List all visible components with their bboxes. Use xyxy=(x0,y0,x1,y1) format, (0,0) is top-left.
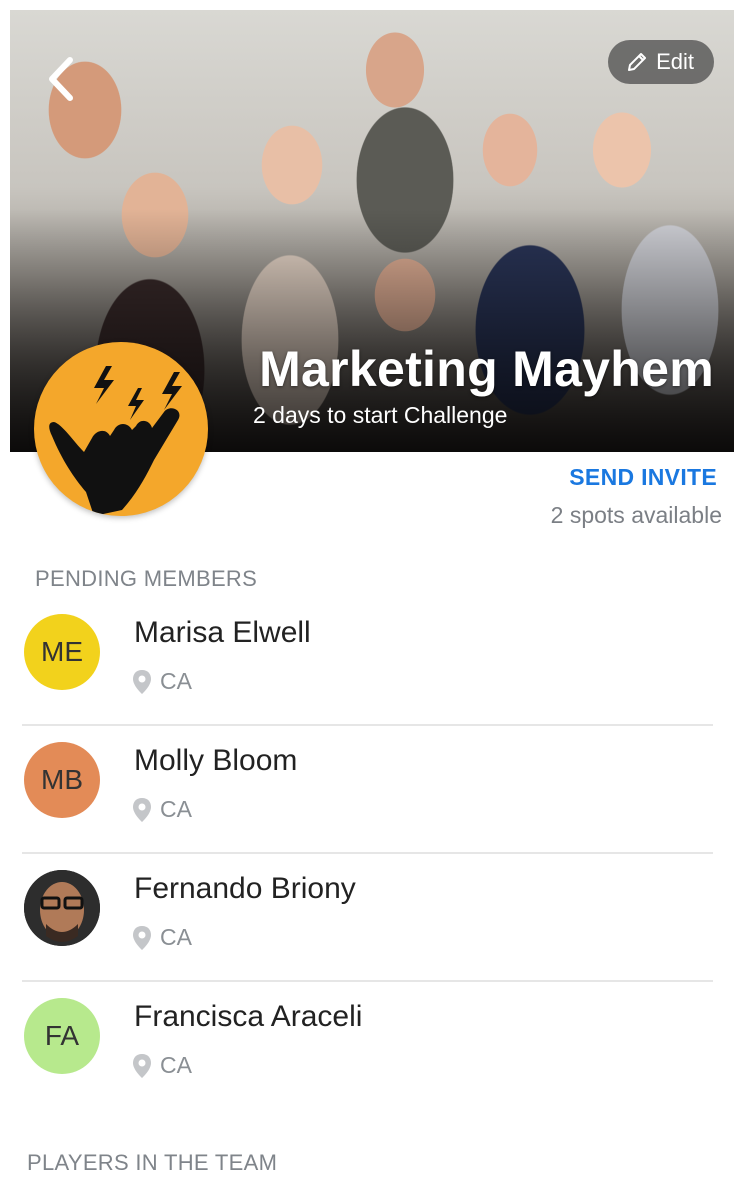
avatar: ME xyxy=(24,614,100,690)
edit-label: Edit xyxy=(656,49,694,74)
edit-button[interactable]: Edit xyxy=(608,40,714,84)
member-name: Fernando Briony xyxy=(134,872,356,905)
players-heading: PLAYERS IN THE TEAM xyxy=(27,1150,278,1175)
member-location: CA xyxy=(132,796,192,823)
member-location: CA xyxy=(132,1052,192,1079)
member-location: CA xyxy=(132,924,192,951)
member-name: Francisca Araceli xyxy=(134,1000,363,1033)
location-pin-icon xyxy=(133,797,151,822)
list-item[interactable]: ME Marisa Elwell CA xyxy=(0,598,750,726)
member-name: Molly Bloom xyxy=(134,744,298,777)
location-pin-icon xyxy=(133,669,151,694)
list-item[interactable]: FA Francisca Araceli CA xyxy=(0,982,750,1110)
team-name: Marketing Mayhem xyxy=(259,341,714,397)
avatar-photo xyxy=(24,870,100,946)
pending-members-list: ME Marisa Elwell CA MB Molly Bloom CA Fe… xyxy=(0,598,750,1110)
location-pin-icon xyxy=(133,1053,151,1078)
list-item[interactable]: MB Molly Bloom CA xyxy=(0,726,750,854)
spots-available: 2 spots available xyxy=(550,502,722,528)
pencil-icon xyxy=(628,53,647,71)
location-pin-icon xyxy=(133,925,151,950)
send-invite-button[interactable]: SEND INVITE xyxy=(569,464,717,491)
member-location: CA xyxy=(132,668,192,695)
list-item[interactable]: Fernando Briony CA xyxy=(0,854,750,982)
avatar: FA xyxy=(24,998,100,1074)
pending-members-heading: PENDING MEMBERS xyxy=(35,566,258,591)
rock-hand-icon xyxy=(49,366,182,516)
avatar: MB xyxy=(24,742,100,818)
challenge-countdown: 2 days to start Challenge xyxy=(253,402,508,428)
member-name: Marisa Elwell xyxy=(134,616,311,649)
back-arrow-icon xyxy=(49,57,73,101)
back-button[interactable] xyxy=(36,52,90,106)
team-avatar[interactable] xyxy=(34,342,208,516)
